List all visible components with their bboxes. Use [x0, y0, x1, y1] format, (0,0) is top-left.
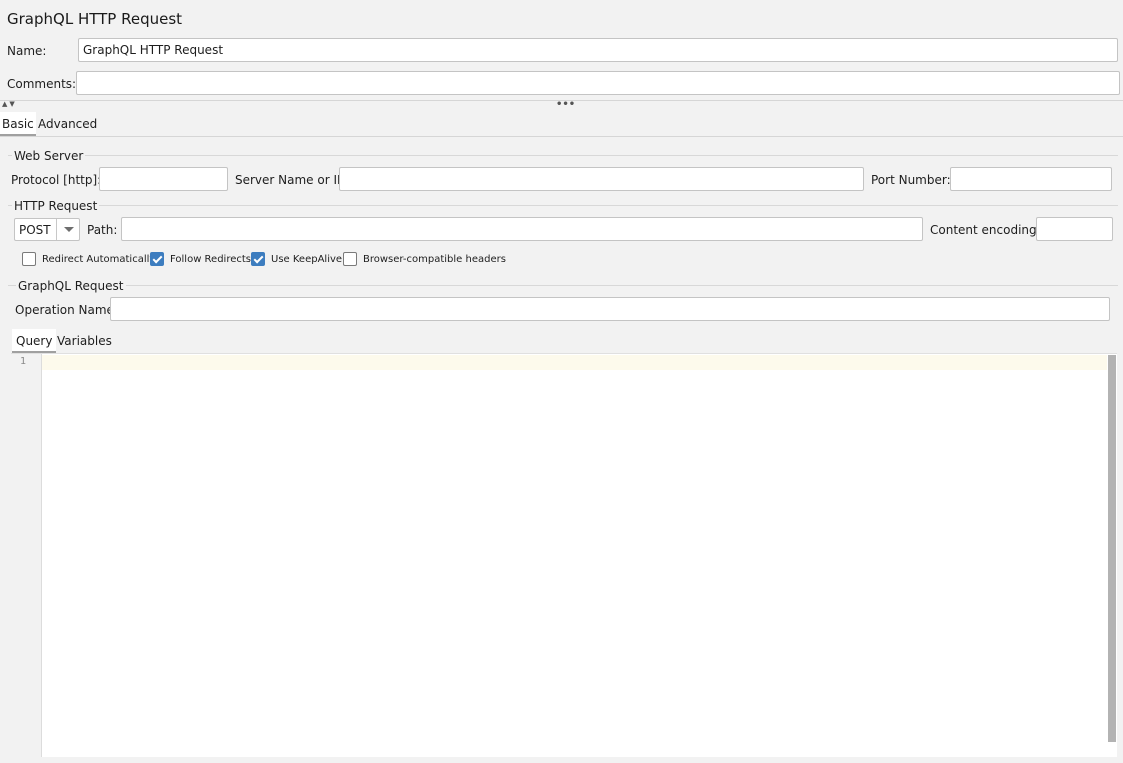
graphql-http-request-panel: GraphQL HTTP Request Name: Comments: ▲▼ … [0, 0, 1123, 763]
line-number-gutter: 1 [11, 354, 42, 757]
method-select-value: POST [19, 223, 51, 237]
operation-name-label: Operation Name [15, 303, 114, 317]
web-server-group-title: Web Server [12, 149, 86, 163]
content-encoding-label: Content encoding: [930, 223, 1041, 237]
path-input[interactable] [121, 217, 923, 241]
graphql-request-group-title: GraphQL Request [16, 279, 126, 293]
comments-input[interactable] [76, 71, 1120, 95]
use-keepalive-label: Use KeepAlive [271, 254, 343, 265]
browser-compatible-headers-label: Browser-compatible headers [363, 254, 506, 265]
method-select-separator [56, 219, 57, 240]
line-number: 1 [20, 356, 27, 367]
chevron-down-icon[interactable] [64, 227, 74, 232]
content-encoding-input[interactable] [1036, 217, 1113, 241]
redirect-automatically-label: Redirect Automatically [42, 254, 156, 265]
follow-redirects-label: Follow Redirects [170, 254, 251, 265]
collapse-arrows-icon[interactable]: ▲▼ [2, 100, 17, 108]
follow-redirects-checkbox[interactable] [150, 252, 164, 266]
name-input[interactable] [78, 38, 1118, 62]
port-number-label: Port Number: [871, 173, 951, 187]
server-name-label: Server Name or IP: [235, 173, 349, 187]
protocol-input[interactable] [99, 167, 228, 191]
tab-variables[interactable]: Variables [55, 329, 114, 353]
comments-label: Comments: [7, 77, 77, 91]
graphql-request-group-border [8, 285, 1118, 286]
splitter-grip-icon[interactable]: ••• [556, 99, 575, 110]
query-editor[interactable]: 1 [11, 353, 1117, 757]
web-server-group-border [8, 155, 1118, 156]
protocol-label: Protocol [http]: [11, 173, 102, 187]
http-request-group-title: HTTP Request [12, 199, 100, 213]
panel-title: GraphQL HTTP Request [7, 10, 183, 28]
name-label: Name: [7, 44, 47, 58]
vertical-scrollbar[interactable] [1108, 355, 1116, 742]
tab-basic[interactable]: Basic [0, 112, 36, 136]
current-line-highlight [42, 355, 1107, 370]
port-number-input[interactable] [950, 167, 1112, 191]
operation-name-input[interactable] [110, 297, 1110, 321]
http-request-group-border [8, 205, 1118, 206]
browser-compatible-headers-checkbox[interactable] [343, 252, 357, 266]
use-keepalive-checkbox[interactable] [251, 252, 265, 266]
server-name-input[interactable] [339, 167, 864, 191]
path-label: Path: [87, 223, 118, 237]
redirect-automatically-checkbox[interactable] [22, 252, 36, 266]
tab-query[interactable]: Query [12, 329, 57, 353]
tabs-divider [0, 136, 1123, 137]
tab-advanced[interactable]: Advanced [36, 112, 99, 136]
method-select[interactable]: POST [14, 218, 80, 241]
